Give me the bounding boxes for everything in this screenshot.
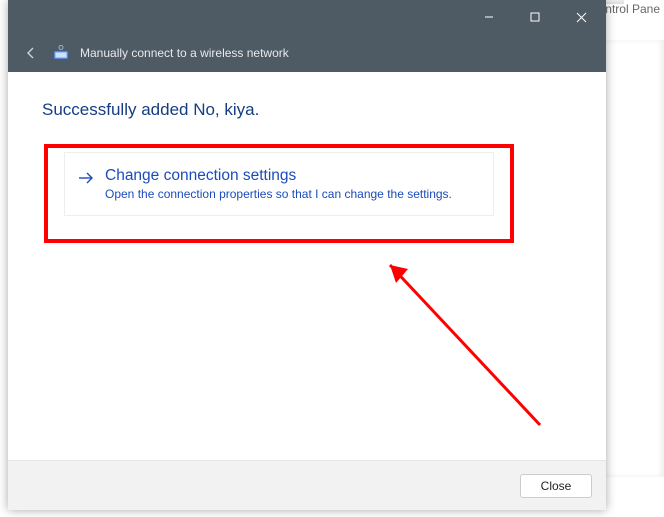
titlebar <box>8 0 606 34</box>
background-window-edge <box>606 40 664 477</box>
background-window-text: ntrol Pane <box>605 2 660 16</box>
back-button[interactable] <box>20 42 42 64</box>
wizard-window: Manually connect to a wireless network S… <box>8 0 606 510</box>
option-arrow-icon <box>77 169 95 187</box>
wizard-body: Successfully added No, kiya. Change conn… <box>8 72 606 460</box>
wizard-footer: Close <box>8 460 606 510</box>
wizard-title: Manually connect to a wireless network <box>80 46 289 60</box>
wizard-icon <box>52 44 70 62</box>
page-heading: Successfully added No, kiya. <box>42 100 572 120</box>
change-connection-settings-option[interactable]: Change connection settings Open the conn… <box>64 152 494 216</box>
maximize-button[interactable] <box>512 2 558 32</box>
minimize-button[interactable] <box>466 2 512 32</box>
close-window-button[interactable] <box>558 2 604 32</box>
option-description: Open the connection properties so that I… <box>105 187 452 201</box>
close-button[interactable]: Close <box>520 474 592 498</box>
option-title: Change connection settings <box>105 167 452 185</box>
wizard-header: Manually connect to a wireless network <box>8 34 606 72</box>
option-text: Change connection settings Open the conn… <box>105 167 452 201</box>
back-arrow-icon <box>23 45 39 61</box>
maximize-icon <box>530 12 540 22</box>
close-icon <box>576 12 587 23</box>
minimize-icon <box>484 12 494 22</box>
